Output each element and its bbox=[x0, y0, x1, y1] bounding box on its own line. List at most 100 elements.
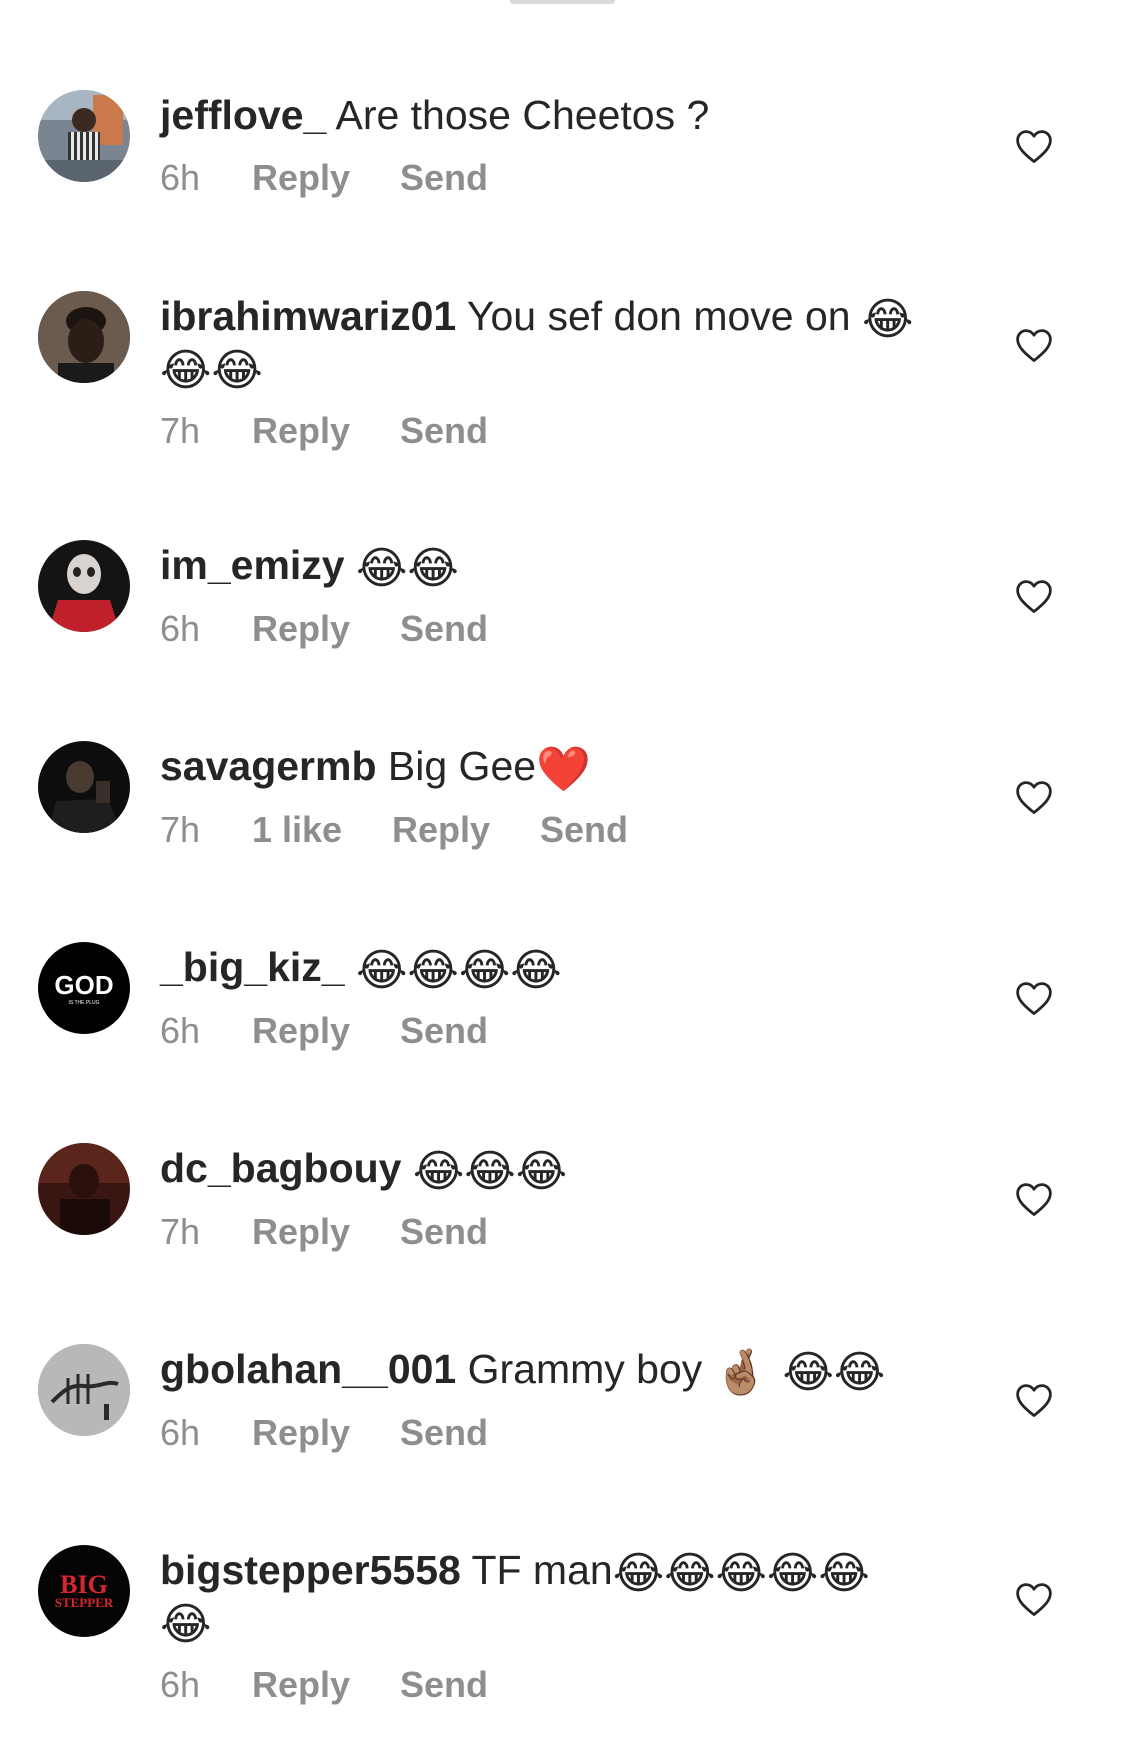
reply-button[interactable]: Reply bbox=[252, 1411, 400, 1455]
comment-body: _big_kiz_ 😂😂😂😂 6h Reply Send bbox=[160, 942, 960, 1053]
avatar[interactable]: BIG STEPPER bbox=[38, 1545, 130, 1637]
comment-line: im_emizy 😂😂 bbox=[160, 540, 960, 591]
reply-button[interactable]: Reply bbox=[252, 409, 400, 453]
comment-username[interactable]: ibrahimwariz01 bbox=[160, 293, 456, 339]
avatar[interactable]: GOD IS THE PLUG bbox=[38, 942, 130, 1034]
send-button[interactable]: Send bbox=[400, 1411, 488, 1455]
avatar-logo-subtext: IS THE PLUG bbox=[68, 1000, 99, 1006]
comment-time: 7h bbox=[160, 809, 201, 850]
comment-meta: 7h Reply Send bbox=[160, 1210, 960, 1254]
comment-meta: 6h Reply Send bbox=[160, 1411, 960, 1455]
comment-time: 7h bbox=[160, 410, 201, 451]
reply-button[interactable]: Reply bbox=[252, 1210, 400, 1254]
send-button[interactable]: Send bbox=[400, 1663, 488, 1707]
laughing-emoji: 😂😂😂😂😂 bbox=[612, 1548, 870, 1599]
send-button[interactable]: Send bbox=[400, 607, 488, 651]
reply-button[interactable]: Reply bbox=[252, 1663, 400, 1707]
send-button[interactable]: Send bbox=[400, 156, 488, 200]
comment-time: 7h bbox=[160, 1211, 201, 1252]
avatar[interactable] bbox=[38, 1344, 130, 1436]
heart-icon[interactable] bbox=[1014, 327, 1054, 363]
comment-time: 6h bbox=[160, 1010, 201, 1051]
avatar[interactable] bbox=[38, 1143, 130, 1235]
big-stepper-logo-avatar: BIG STEPPER bbox=[38, 1545, 130, 1637]
heart-icon[interactable] bbox=[1014, 779, 1054, 815]
laughing-emoji: 😂😂😂😂 bbox=[356, 945, 562, 996]
comment-meta: 6h Reply Send bbox=[160, 1663, 960, 1707]
comment-line: dc_bagbouy 😂😂😂 bbox=[160, 1143, 960, 1194]
avatar-logo-text: GOD bbox=[54, 970, 113, 1000]
comment-body: jefflove_ Are those Cheetos ? 6h Reply S… bbox=[160, 90, 960, 200]
avatar-photo bbox=[38, 1143, 130, 1235]
heart-icon[interactable] bbox=[1014, 578, 1054, 614]
laughing-emoji: 😂😂😂 bbox=[412, 1146, 568, 1197]
comment-meta: 6h Reply Send bbox=[160, 1009, 960, 1053]
sheet-grabber[interactable] bbox=[510, 0, 615, 4]
heart-emoji: ❤️ bbox=[536, 744, 591, 795]
comment-username[interactable]: _big_kiz_ bbox=[160, 944, 345, 990]
comment-username[interactable]: savagermb bbox=[160, 743, 377, 789]
avatar[interactable] bbox=[38, 291, 130, 383]
comment-username[interactable]: bigstepper5558 bbox=[160, 1547, 461, 1593]
heart-icon[interactable] bbox=[1014, 1581, 1054, 1617]
heart-icon[interactable] bbox=[1014, 128, 1054, 164]
heart-icon[interactable] bbox=[1014, 980, 1054, 1016]
comment-meta: 6h Reply Send bbox=[160, 607, 960, 651]
comment-line: gbolahan__001 Grammy boy 🤞🏽 😂😂 bbox=[160, 1344, 960, 1395]
comment-time: 6h bbox=[160, 157, 201, 198]
send-button[interactable]: Send bbox=[400, 1210, 488, 1254]
send-button[interactable]: Send bbox=[400, 409, 488, 453]
comment-text: Big Gee bbox=[376, 743, 537, 789]
comment-body: dc_bagbouy 😂😂😂 7h Reply Send bbox=[160, 1143, 960, 1254]
laughing-emoji: 😂😂 bbox=[356, 543, 459, 594]
comment-text: Grammy boy bbox=[456, 1346, 714, 1392]
laughing-emoji: 😂😂 bbox=[160, 345, 263, 396]
god-logo-avatar: GOD IS THE PLUG bbox=[38, 942, 130, 1034]
avatar-photo bbox=[38, 90, 130, 182]
comment-line: bigstepper5558 TF man😂😂😂😂😂 😂 bbox=[160, 1545, 960, 1647]
avatar[interactable] bbox=[38, 540, 130, 632]
comment-line: savagermb Big Gee❤️ bbox=[160, 741, 960, 792]
comment-username[interactable]: gbolahan__001 bbox=[160, 1346, 456, 1392]
comment-text: Are those Cheetos ? bbox=[326, 92, 710, 138]
comment-body: im_emizy 😂😂 6h Reply Send bbox=[160, 540, 960, 651]
likes-count[interactable]: 1 like bbox=[252, 808, 392, 852]
comment-text: TF man bbox=[460, 1547, 613, 1593]
comment-text bbox=[401, 1145, 412, 1191]
comment-line: ibrahimwariz01 You sef don move on 😂 😂😂 bbox=[160, 291, 960, 393]
avatar-photo bbox=[38, 540, 130, 632]
avatar-photo bbox=[38, 291, 130, 383]
comment-text bbox=[345, 944, 356, 990]
reply-button[interactable]: Reply bbox=[252, 156, 400, 200]
comment-body: savagermb Big Gee❤️ 7h 1 like Reply Send bbox=[160, 741, 960, 852]
comment-meta: 7h Reply Send bbox=[160, 409, 960, 453]
heart-icon[interactable] bbox=[1014, 1382, 1054, 1418]
avatar[interactable] bbox=[38, 741, 130, 833]
laughing-emoji: 😂 bbox=[160, 1599, 212, 1650]
avatar-logo-subtext: STEPPER bbox=[55, 1595, 114, 1610]
reply-button[interactable]: Reply bbox=[252, 607, 400, 651]
comment-time: 6h bbox=[160, 1664, 201, 1705]
avatar[interactable] bbox=[38, 90, 130, 182]
crossed-fingers-laughing-emoji: 🤞🏽 😂😂 bbox=[713, 1347, 886, 1398]
avatar-photo bbox=[38, 741, 130, 833]
comment-text bbox=[345, 542, 356, 588]
comment-username[interactable]: im_emizy bbox=[160, 542, 345, 588]
comment-body: bigstepper5558 TF man😂😂😂😂😂 😂 6h Reply Sen… bbox=[160, 1545, 960, 1707]
comment-body: ibrahimwariz01 You sef don move on 😂 😂😂 7… bbox=[160, 291, 960, 453]
comment-meta: 6h Reply Send bbox=[160, 156, 960, 200]
laughing-emoji: 😂 bbox=[862, 294, 914, 345]
send-button[interactable]: Send bbox=[400, 1009, 488, 1053]
comment-line: _big_kiz_ 😂😂😂😂 bbox=[160, 942, 960, 993]
send-button[interactable]: Send bbox=[540, 808, 628, 852]
comment-meta: 7h 1 like Reply Send bbox=[160, 808, 960, 852]
avatar-photo bbox=[38, 1344, 130, 1436]
comment-text: You sef don move on bbox=[456, 293, 862, 339]
heart-icon[interactable] bbox=[1014, 1181, 1054, 1217]
comment-time: 6h bbox=[160, 1412, 201, 1453]
reply-button[interactable]: Reply bbox=[252, 1009, 400, 1053]
reply-button[interactable]: Reply bbox=[392, 808, 540, 852]
comment-time: 6h bbox=[160, 608, 201, 649]
comment-username[interactable]: jefflove_ bbox=[160, 92, 326, 138]
comment-username[interactable]: dc_bagbouy bbox=[160, 1145, 401, 1191]
